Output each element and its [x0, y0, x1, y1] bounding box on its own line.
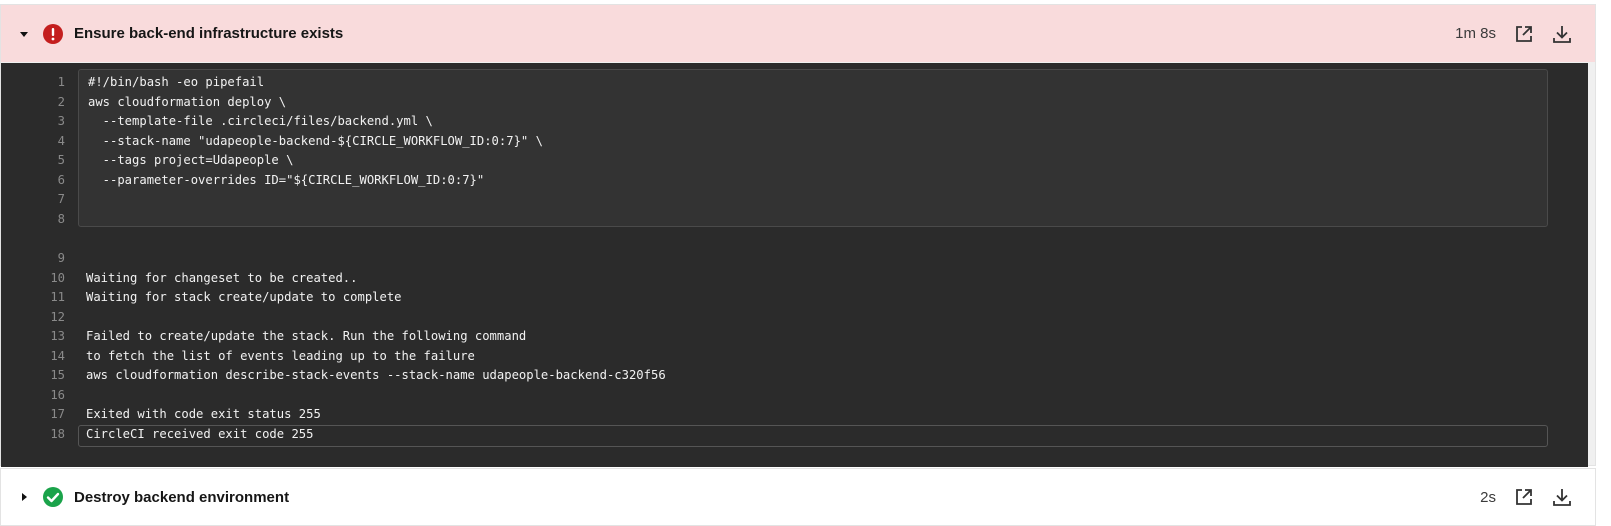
- success-check-icon: [43, 487, 63, 507]
- console-output[interactable]: 1 #!/bin/bash -eo pipefail 2 aws cloudforma…: [1, 63, 1588, 467]
- line-text: aws cloudformation describe-stack-events…: [86, 368, 666, 382]
- step-duration: 1m 8s: [1455, 25, 1496, 42]
- line-number: 2: [57, 94, 65, 109]
- line-number: 10: [50, 270, 65, 285]
- console-line: 15 aws cloudformation describe-stack-even…: [1, 365, 1581, 385]
- console-line: 2 aws cloudformation deploy \: [1, 92, 1581, 112]
- line-number: 4: [57, 133, 65, 148]
- line-number: 12: [50, 309, 65, 324]
- caret-down-icon[interactable]: [18, 28, 30, 40]
- error-icon: [43, 23, 63, 44]
- console-line: 12: [1, 307, 1581, 327]
- line-number: 3: [57, 114, 65, 128]
- console-line: 13 Failed to create/update the stack. Run…: [1, 326, 1581, 346]
- open-external-icon[interactable]: [1514, 24, 1534, 44]
- line-text: aws cloudformation deploy \: [88, 94, 287, 109]
- line-number: 16: [50, 387, 65, 402]
- console-line: 3 --template-file .circleci/files/backen…: [1, 111, 1581, 131]
- line-number: 1: [57, 75, 65, 89]
- step-header[interactable]: Ensure back-end infrastructure exists 1m…: [1, 5, 1595, 62]
- line-number: 17: [50, 407, 65, 421]
- line-number: 14: [50, 348, 65, 363]
- console-line: 7: [1, 189, 1581, 209]
- line-number: 9: [57, 251, 65, 265]
- line-text: CircleCI received exit code 255: [86, 426, 314, 441]
- step-duration: 2s: [1480, 488, 1496, 506]
- console-line: 8: [1, 209, 1581, 229]
- line-number: 8: [57, 211, 65, 226]
- console-line: 6 --parameter-overrides ID="${CIRCLE_WOR…: [1, 170, 1581, 190]
- console-line: 18 CircleCI received exit code 255: [1, 424, 1581, 444]
- line-number: 11: [50, 290, 65, 304]
- step-title: Destroy backend environment: [74, 488, 290, 506]
- line-text: --stack-name "udapeople-backend-${CIRCLE…: [88, 133, 543, 148]
- line-text: Failed to create/update the stack. Run t…: [86, 329, 527, 343]
- line-number: 18: [50, 426, 65, 441]
- console-line: 9: [1, 248, 1581, 268]
- open-external-icon[interactable]: [1514, 487, 1534, 507]
- console-line: 10 Waiting for changeset to be created..: [1, 268, 1581, 288]
- step-header[interactable]: Destroy backend environment 2s: [1, 469, 1595, 525]
- line-number: 5: [57, 153, 65, 167]
- console-line: 4 --stack-name "udapeople-backend-${CIRC…: [1, 131, 1581, 151]
- console-line: 5 --tags project=Udapeople \: [1, 150, 1581, 170]
- line-text: --tags project=Udapeople \: [88, 153, 294, 167]
- line-text: Waiting for changeset to be created..: [86, 270, 358, 285]
- line-text: #!/bin/bash -eo pipefail: [88, 75, 265, 89]
- line-text: --parameter-overrides ID="${CIRCLE_WORKF…: [88, 172, 485, 187]
- download-icon[interactable]: [1552, 24, 1572, 44]
- console-line: 14 to fetch the list of events leading up…: [1, 346, 1581, 366]
- line-number: 13: [50, 329, 65, 343]
- console-line: 17 Exited with code exit status 255: [1, 404, 1581, 424]
- line-text: Waiting for stack create/update to compl…: [86, 290, 402, 304]
- line-number: 15: [50, 368, 65, 382]
- download-icon[interactable]: [1552, 487, 1572, 507]
- console-line: 11 Waiting for stack create/update to com…: [1, 287, 1581, 307]
- step-title: Ensure back-end infrastructure exists: [74, 25, 344, 42]
- line-number: 6: [57, 172, 65, 187]
- line-text: to fetch the list of events leading up t…: [86, 348, 475, 363]
- line-text: Exited with code exit status 255: [86, 407, 321, 421]
- console-line: 16: [1, 385, 1581, 405]
- step-ensure-backend: Ensure back-end infrastructure exists 1m…: [0, 4, 1596, 467]
- step-destroy-backend: Destroy backend environment 2s: [0, 468, 1596, 526]
- caret-right-icon[interactable]: [18, 491, 30, 503]
- console-line: 1 #!/bin/bash -eo pipefail: [1, 72, 1581, 92]
- line-number: 7: [57, 192, 65, 206]
- line-text: --template-file .circleci/files/backend.…: [88, 114, 433, 128]
